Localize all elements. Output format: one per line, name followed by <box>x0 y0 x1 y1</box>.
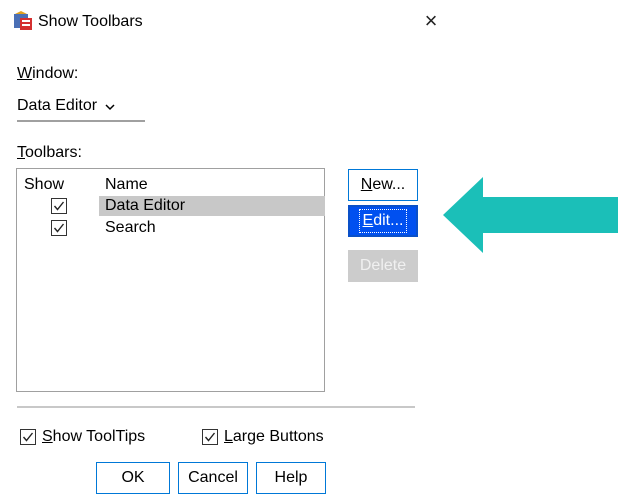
row-checkbox-data-editor[interactable] <box>51 198 67 214</box>
ok-button[interactable]: OK <box>96 462 170 494</box>
close-button[interactable]: × <box>420 8 442 33</box>
help-button[interactable]: Help <box>256 462 326 494</box>
pointer-arrow-icon <box>443 175 618 255</box>
window-dropdown-value: Data Editor <box>17 97 98 114</box>
toolbars-label: Toolbars: <box>17 144 82 161</box>
delete-button[interactable]: Delete <box>348 250 418 282</box>
chevron-down-icon <box>105 99 115 114</box>
toolbar-row-data-editor[interactable]: Data Editor <box>17 196 325 218</box>
large-buttons-label: Large Buttons <box>224 428 324 445</box>
window-label: Window: <box>17 65 79 82</box>
window-title: Show Toolbars <box>38 13 143 30</box>
show-tooltips-label: Show ToolTips <box>42 428 146 445</box>
cancel-button[interactable]: Cancel <box>178 462 248 494</box>
close-icon: × <box>424 8 438 33</box>
app-icon <box>12 10 34 32</box>
column-header-name: Name <box>105 176 148 193</box>
row-name: Data Editor <box>105 197 186 214</box>
show-tooltips-checkbox[interactable]: Show ToolTips <box>20 428 145 446</box>
toolbar-row-search[interactable]: Search <box>17 218 324 240</box>
row-checkbox-search[interactable] <box>51 220 67 236</box>
checkbox-icon <box>20 429 36 445</box>
list-header: Show Name <box>17 169 324 196</box>
separator <box>17 406 415 408</box>
column-header-show: Show <box>24 176 65 193</box>
edit-button[interactable]: Edit... <box>348 205 418 237</box>
large-buttons-checkbox[interactable]: Large Buttons <box>202 428 324 446</box>
checkbox-icon <box>202 429 218 445</box>
new-button[interactable]: New... <box>348 169 418 201</box>
window-dropdown[interactable]: Data Editor <box>17 92 145 122</box>
toolbars-list[interactable]: Show Name Data Editor Search <box>16 168 325 392</box>
row-name: Search <box>105 219 156 236</box>
